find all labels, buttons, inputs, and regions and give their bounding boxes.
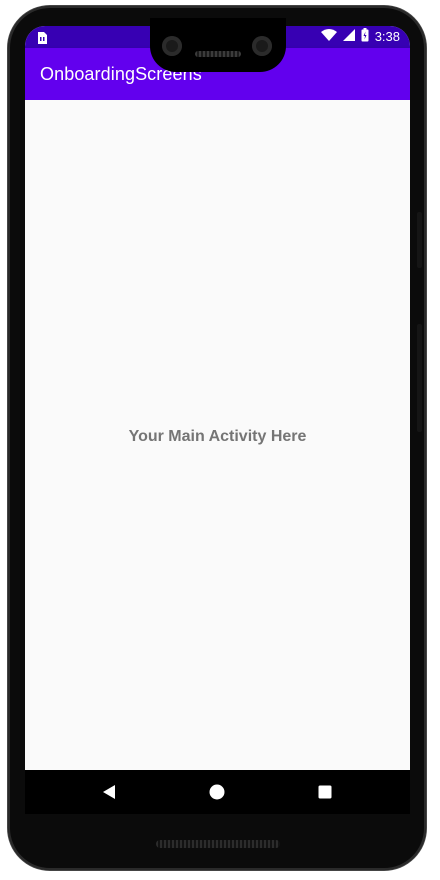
power-button bbox=[417, 212, 422, 268]
navigation-bar bbox=[25, 770, 410, 814]
front-camera-icon bbox=[252, 36, 272, 56]
volume-button bbox=[417, 324, 422, 432]
recents-icon bbox=[318, 785, 332, 799]
home-button[interactable] bbox=[207, 782, 227, 802]
back-icon bbox=[103, 785, 115, 799]
status-time: 3:38 bbox=[374, 29, 400, 44]
recents-button[interactable] bbox=[315, 782, 335, 802]
signal-icon bbox=[342, 29, 355, 44]
home-icon bbox=[209, 784, 225, 800]
earpiece-speaker bbox=[195, 51, 241, 57]
app-screen: 3:38 OnboardingScreens Your Main Activit… bbox=[25, 26, 410, 814]
sim-card-icon bbox=[36, 30, 48, 44]
front-camera-icon bbox=[162, 36, 182, 56]
status-icons: 3:38 bbox=[320, 28, 400, 45]
battery-icon bbox=[361, 28, 369, 45]
main-activity-text: Your Main Activity Here bbox=[128, 428, 307, 445]
wifi-icon bbox=[320, 29, 337, 44]
bottom-speaker bbox=[156, 840, 280, 848]
camera-notch bbox=[150, 18, 286, 72]
main-content: Your Main Activity Here bbox=[25, 100, 410, 770]
back-button[interactable] bbox=[99, 782, 119, 802]
